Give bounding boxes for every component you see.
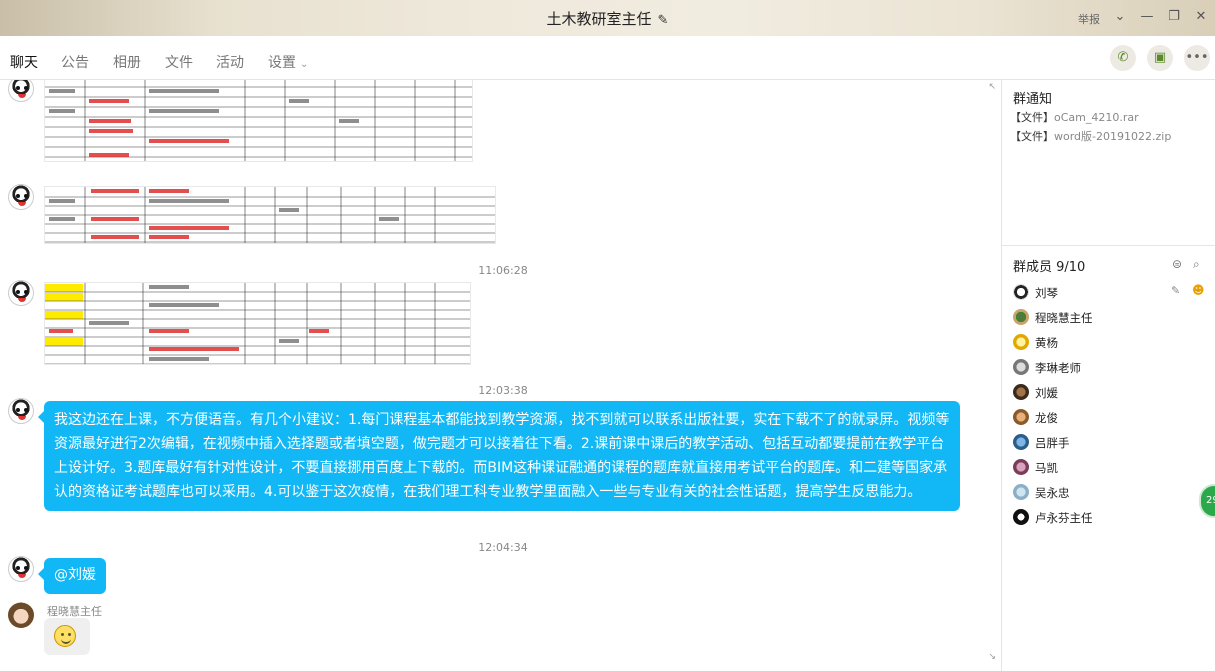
member-avatar <box>1013 284 1029 300</box>
member-name: 吕胖手 <box>1035 436 1070 450</box>
member-item[interactable]: 卢永芬主任 <box>1013 508 1213 528</box>
avatar[interactable] <box>8 184 34 210</box>
mention-bubble[interactable]: @刘媛 <box>38 558 106 594</box>
member-item[interactable]: 马凯 <box>1013 458 1213 478</box>
tab-settings-label: 设置 <box>268 55 296 71</box>
member-item[interactable]: 李琳老师 <box>1013 358 1213 378</box>
divider <box>1002 245 1215 246</box>
spreadsheet-image <box>45 283 470 364</box>
window-title: 土木教研室主任 ✎ <box>0 8 1215 29</box>
tab-settings[interactable]: 设置 ⌄ <box>268 52 308 72</box>
member-name: 刘媛 <box>1035 386 1058 400</box>
title-bar: 土木教研室主任 ✎ 举报 ⌄ — ❐ ✕ <box>0 0 1215 36</box>
member-item[interactable]: 龙俊 <box>1013 408 1213 428</box>
member-avatar <box>1013 309 1029 325</box>
tab-notice[interactable]: 公告 <box>61 52 89 72</box>
message-bubble[interactable]: 我这边还在上课，不方便语音。有几个小建议：1.每门课程基本都能找到教学资源，找不… <box>38 401 960 511</box>
member-avatar <box>1013 509 1029 525</box>
members-title: 群成员 9/10 <box>1013 260 1086 275</box>
emoji-bubble[interactable] <box>44 618 90 655</box>
user-icon[interactable]: ☻ <box>1192 283 1205 297</box>
tab-bar: 聊天 公告 相册 文件 活动 设置 ⌄ <box>0 36 1215 82</box>
member-item[interactable]: 黄杨 <box>1013 333 1213 353</box>
group-name: 土木教研室主任 <box>546 10 652 28</box>
notice-title: 群通知 <box>1013 92 1053 107</box>
notice-file-name: oCam_4210.rar <box>1054 111 1139 124</box>
avatar[interactable] <box>8 602 34 628</box>
member-avatar <box>1013 359 1029 375</box>
tab-chat[interactable]: 聊天 <box>10 52 38 82</box>
pencil-icon[interactable]: ✎ <box>658 13 669 28</box>
notice-file-item[interactable]: 【文件】word版-20191022.zip <box>1010 128 1171 144</box>
sender-name: 程晓慧主任 <box>47 605 102 618</box>
avatar[interactable] <box>8 398 34 424</box>
timestamp: 12:03:38 <box>478 384 528 397</box>
member-avatar <box>1013 459 1029 475</box>
member-name: 李琳老师 <box>1035 361 1081 375</box>
restore-icon[interactable]: ❐ <box>1166 9 1182 24</box>
member-name: 马凯 <box>1035 461 1058 475</box>
notice-prefix: 【文件】 <box>1010 111 1054 124</box>
member-item[interactable]: 刘媛 <box>1013 383 1213 403</box>
member-item[interactable]: 刘琴 ✎ ☻ <box>1013 283 1213 303</box>
member-name: 吴永忠 <box>1035 486 1070 500</box>
tab-activity[interactable]: 活动 <box>216 52 244 72</box>
spreadsheet-image <box>45 80 472 161</box>
notice-prefix: 【文件】 <box>1010 130 1054 143</box>
member-name: 刘琴 <box>1035 286 1058 300</box>
member-name: 程晓慧主任 <box>1035 311 1093 325</box>
avatar[interactable] <box>8 80 34 102</box>
member-name: 黄杨 <box>1035 336 1058 350</box>
chevron-down-icon[interactable]: ⌄ <box>1112 9 1128 24</box>
message-icon[interactable]: ▣ <box>1147 45 1173 71</box>
search-icon[interactable]: ⌕ <box>1193 257 1200 272</box>
notice-file-name: word版-20191022.zip <box>1054 130 1172 143</box>
phone-icon[interactable]: ✆ <box>1110 45 1136 71</box>
chat-area[interactable]: ↖ 11:06:28 12:03:38 我这边还在上课，不方便语音。有几个小建议… <box>0 80 1000 664</box>
image-message-spreadsheet[interactable] <box>44 186 496 244</box>
member-item[interactable]: 吴永忠 <box>1013 483 1213 503</box>
notice-file-item[interactable]: 【文件】oCam_4210.rar <box>1010 109 1139 125</box>
more-icon[interactable]: ••• <box>1184 45 1210 71</box>
close-icon[interactable]: ✕ <box>1193 9 1209 24</box>
member-avatar <box>1013 384 1029 400</box>
member-avatar <box>1013 409 1029 425</box>
member-name: 龙俊 <box>1035 411 1058 425</box>
expand-icon[interactable]: ↘ <box>988 652 996 662</box>
tab-album[interactable]: 相册 <box>113 52 141 72</box>
avatar[interactable] <box>8 556 34 582</box>
timestamp: 12:04:34 <box>478 541 528 554</box>
member-avatar <box>1013 434 1029 450</box>
image-message-spreadsheet[interactable] <box>44 80 473 162</box>
timestamp: 11:06:28 <box>478 264 528 277</box>
member-avatar <box>1013 334 1029 350</box>
member-avatar <box>1013 484 1029 500</box>
group-info-panel: 群通知 【文件】oCam_4210.rar 【文件】word版-20191022… <box>1001 80 1215 671</box>
smile-emoji-icon <box>54 625 76 647</box>
minimize-icon[interactable]: — <box>1139 9 1155 24</box>
collapse-icon[interactable]: ↖ <box>988 82 996 92</box>
member-item[interactable]: 程晓慧主任 <box>1013 308 1213 328</box>
member-manage-icon[interactable]: ⊜ <box>1172 257 1182 271</box>
chevron-down-icon: ⌄ <box>300 59 309 70</box>
report-button[interactable]: 举报 <box>1078 11 1100 27</box>
member-item[interactable]: 吕胖手 <box>1013 433 1213 453</box>
image-message-spreadsheet[interactable] <box>44 282 471 365</box>
spreadsheet-image <box>45 187 495 243</box>
member-name: 卢永芬主任 <box>1035 511 1093 525</box>
avatar[interactable] <box>8 280 34 306</box>
tab-files[interactable]: 文件 <box>165 52 193 72</box>
pencil-icon[interactable]: ✎ <box>1171 284 1180 297</box>
